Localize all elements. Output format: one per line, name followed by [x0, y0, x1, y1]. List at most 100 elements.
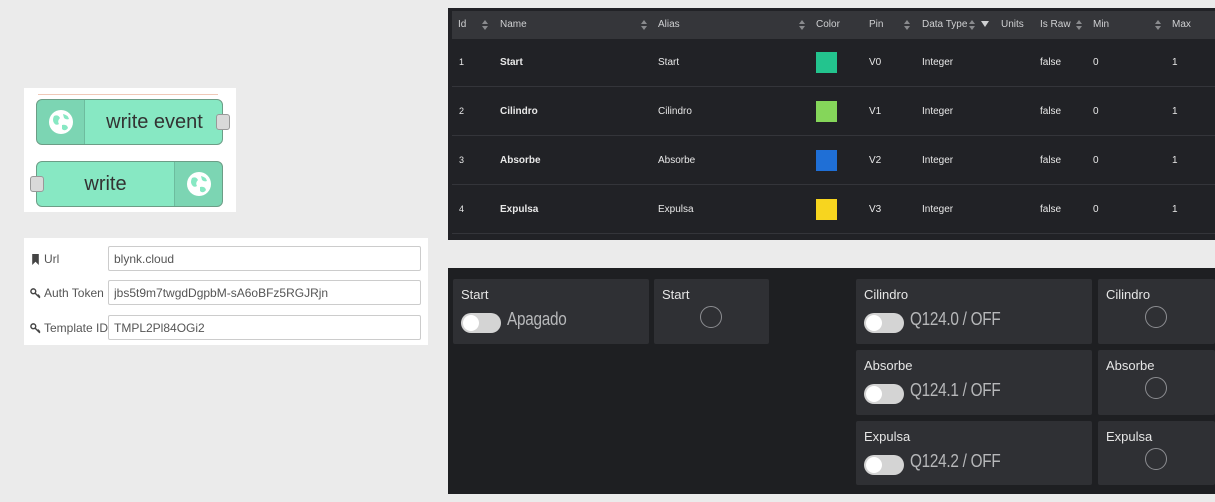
write-event-output-port[interactable]: [216, 114, 230, 130]
color-swatch: [816, 52, 837, 73]
color-swatch: [816, 199, 837, 220]
auth-token-label-group: Auth Token: [30, 286, 104, 300]
widget-title: Expulsa: [864, 429, 911, 444]
cell-is-raw: false: [1040, 155, 1062, 166]
table-row[interactable]: 2 Cilindro Cilindro V1 Integer false 0 1: [452, 87, 1215, 136]
led-indicator: [1145, 448, 1167, 470]
table-header: Id Name Alias Color Pin Data Type Units …: [452, 11, 1215, 39]
blynk-config-form: Url Auth Token Template ID: [24, 238, 428, 345]
cell-min: 0: [1093, 155, 1099, 166]
color-swatch: [816, 101, 837, 122]
sort-icon[interactable]: [969, 20, 975, 30]
header-name[interactable]: Name: [500, 11, 527, 39]
blynk-dashboard: Start Apagado Start Cilindro Q124.0 / OF…: [448, 268, 1215, 494]
url-label-group: Url: [30, 252, 59, 266]
switch-state: Apagado: [507, 309, 567, 329]
cell-id: 4: [459, 204, 465, 214]
widget-title: Absorbe: [864, 358, 913, 373]
switch-state: Q124.0 / OFF: [910, 309, 1001, 329]
header-max[interactable]: Max: [1172, 11, 1191, 39]
cell-id: 1: [459, 57, 465, 67]
widget-title: Cilindro: [1106, 287, 1151, 302]
cell-is-raw: false: [1040, 204, 1062, 215]
sort-icon[interactable]: [482, 20, 488, 30]
filter-icon[interactable]: [981, 21, 989, 27]
write-label: write: [84, 173, 127, 195]
template-id-input[interactable]: [108, 315, 421, 340]
write-node[interactable]: write: [36, 161, 223, 207]
url-input[interactable]: [108, 246, 421, 271]
header-data-type[interactable]: Data Type: [922, 11, 967, 39]
wire-line: [38, 94, 218, 95]
color-swatch: [816, 150, 837, 171]
cell-name[interactable]: Cilindro: [500, 87, 538, 136]
header-is-raw[interactable]: Is Raw: [1040, 11, 1071, 39]
cell-data-type: Integer: [922, 204, 954, 215]
switch-state: Q124.1 / OFF: [910, 380, 1001, 400]
auth-token-label: Auth Token: [44, 286, 104, 300]
cell-max: 1: [1172, 57, 1178, 68]
cell-min: 0: [1093, 204, 1099, 215]
key-icon: [30, 287, 41, 298]
widget-title: Expulsa: [1106, 429, 1153, 444]
sort-icon[interactable]: [1155, 20, 1161, 30]
led-indicator: [700, 306, 722, 328]
globe-icon: [174, 162, 222, 206]
widget-title: Cilindro: [864, 287, 909, 302]
cilindro-led-widget: Cilindro: [1098, 279, 1215, 344]
widget-title: Start: [461, 287, 489, 302]
cell-pin: V3: [869, 204, 882, 215]
datastreams-table: Id Name Alias Color Pin Data Type Units …: [448, 8, 1215, 240]
template-id-label: Template ID: [44, 321, 109, 335]
sort-icon[interactable]: [799, 20, 805, 30]
header-min[interactable]: Min: [1093, 11, 1109, 39]
table-row[interactable]: 4 Expulsa Expulsa V3 Integer false 0 1: [452, 185, 1215, 234]
led-indicator: [1145, 306, 1167, 328]
cilindro-switch-widget: Cilindro Q124.0 / OFF: [856, 279, 1092, 344]
cilindro-switch[interactable]: [864, 313, 904, 333]
cell-name[interactable]: Expulsa: [500, 185, 538, 234]
key-icon: [30, 322, 41, 333]
header-alias[interactable]: Alias: [658, 11, 680, 39]
sort-icon[interactable]: [1076, 20, 1082, 30]
cell-name[interactable]: Start: [500, 38, 523, 87]
url-row: Url: [24, 246, 428, 274]
absorbe-switch-widget: Absorbe Q124.1 / OFF: [856, 350, 1092, 415]
bookmark-icon: [32, 253, 39, 265]
cell-data-type: Integer: [922, 155, 954, 166]
cell-max: 1: [1172, 106, 1178, 117]
header-units: Units: [1001, 19, 1024, 30]
header-color: Color: [816, 19, 840, 30]
auth-token-row: Auth Token: [24, 280, 428, 308]
cell-min: 0: [1093, 106, 1099, 117]
expulsa-switch[interactable]: [864, 455, 904, 475]
absorbe-led-widget: Absorbe: [1098, 350, 1215, 415]
sort-icon[interactable]: [904, 20, 910, 30]
start-switch[interactable]: [461, 313, 501, 333]
led-indicator: [1145, 377, 1167, 399]
auth-token-input[interactable]: [108, 280, 421, 305]
cell-data-type: Integer: [922, 57, 954, 68]
cell-alias: Cilindro: [658, 106, 692, 117]
cell-pin: V1: [869, 106, 882, 117]
cell-alias: Start: [658, 57, 680, 68]
cell-pin: V0: [869, 57, 882, 68]
write-event-node[interactable]: write event: [36, 99, 223, 145]
cell-alias: Absorbe: [658, 155, 696, 166]
absorbe-switch[interactable]: [864, 384, 904, 404]
cell-pin: V2: [869, 155, 882, 166]
template-id-label-group: Template ID: [30, 321, 108, 335]
cell-name[interactable]: Absorbe: [500, 136, 541, 185]
table-row[interactable]: 1 Start Start V0 Integer false 0 1: [452, 38, 1215, 87]
cell-is-raw: false: [1040, 57, 1062, 68]
sort-icon[interactable]: [641, 20, 647, 30]
cell-is-raw: false: [1040, 106, 1062, 117]
cell-id: 3: [459, 155, 465, 165]
write-input-port[interactable]: [30, 176, 44, 192]
table-row[interactable]: 3 Absorbe Absorbe V2 Integer false 0 1: [452, 136, 1215, 185]
cell-data-type: Integer: [922, 106, 954, 117]
header-pin[interactable]: Pin: [869, 11, 883, 39]
cell-max: 1: [1172, 204, 1178, 215]
header-id[interactable]: Id: [458, 11, 466, 39]
widget-title: Start: [662, 287, 690, 302]
